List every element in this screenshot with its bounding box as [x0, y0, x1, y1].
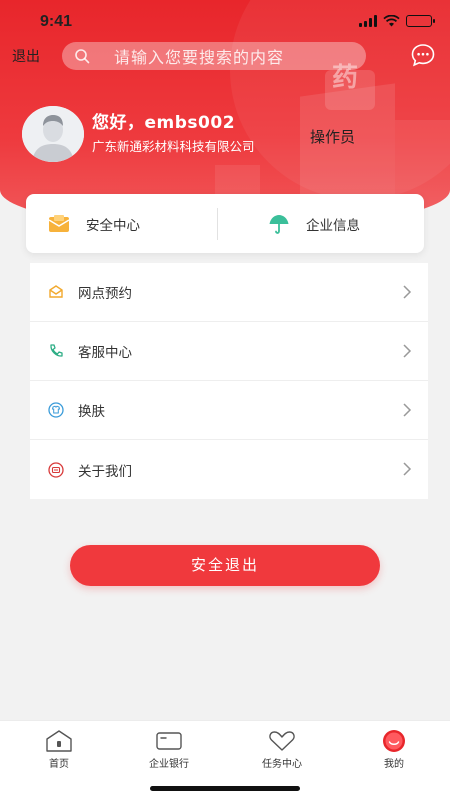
shirt-icon [48, 402, 64, 418]
company-name: 广东新通彩材料科技有限公司 [92, 139, 255, 154]
quick-link-label: 企业信息 [306, 217, 360, 234]
avatar[interactable] [22, 106, 84, 162]
quick-link-company-info[interactable]: 企业信息 [204, 194, 424, 253]
user-avatar-icon [22, 106, 84, 162]
battery-icon [406, 15, 435, 27]
menu-item-appointment[interactable]: 网点预约 [30, 263, 428, 322]
menu-item-label: 网点预约 [78, 286, 132, 302]
tab-label: 我的 [384, 759, 404, 770]
home-icon [46, 730, 72, 752]
tab-home[interactable]: 首页 [14, 729, 104, 770]
menu-item-about-us[interactable]: 关于我们 [30, 440, 428, 499]
user-greeting: 您好，embs002 [92, 113, 236, 133]
search-input[interactable]: 请输入您要搜索的内容 [62, 42, 366, 70]
divider [217, 208, 218, 240]
card-icon [156, 732, 182, 750]
top-bar: 退出 请输入您要搜索的内容 [0, 40, 450, 72]
chevron-right-icon [403, 344, 412, 358]
tab-mine[interactable]: 我的 [349, 729, 439, 770]
user-profile: 您好，embs002 广东新通彩材料科技有限公司 操作员 [22, 106, 432, 162]
role-badge: 操作员 [310, 128, 356, 146]
search-placeholder: 请输入您要搜索的内容 [114, 48, 285, 67]
phone-icon [50, 344, 63, 357]
status-bar: 9:41 [0, 0, 450, 44]
tab-label: 首页 [49, 759, 69, 770]
menu-item-label: 关于我们 [78, 463, 132, 480]
exit-link[interactable]: 退出 [12, 46, 40, 66]
tab-label: 企业银行 [149, 759, 189, 770]
message-icon[interactable] [410, 42, 436, 68]
tab-label: 任务中心 [262, 759, 302, 770]
heart-icon [269, 731, 295, 751]
status-icons [359, 15, 435, 27]
umbrella-icon [269, 214, 289, 234]
chevron-right-icon [403, 403, 412, 417]
menu-item-customer-service[interactable]: 客服中心 [30, 322, 428, 381]
chevron-right-icon [403, 285, 412, 299]
appointment-icon [49, 285, 63, 298]
quick-link-safe-center[interactable]: 安全中心 [26, 194, 204, 253]
about-icon [48, 461, 64, 478]
settings-menu: 网点预约 客服中心 换肤 关于我们 [30, 263, 428, 499]
status-time: 9:41 [40, 13, 73, 30]
menu-item-label: 换肤 [78, 404, 105, 420]
wifi-icon [383, 15, 400, 27]
menu-item-skin[interactable]: 换肤 [30, 381, 428, 440]
home-indicator [150, 786, 300, 791]
chevron-right-icon [403, 462, 412, 476]
quick-links-card: 安全中心 企业信息 [26, 194, 424, 253]
safe-center-icon [48, 214, 70, 232]
search-icon [75, 49, 90, 64]
tab-enterprise-bank[interactable]: 企业银行 [124, 729, 214, 770]
logout-button[interactable]: 安全退出 [70, 545, 380, 586]
quick-link-label: 安全中心 [86, 217, 140, 234]
profile-face-icon [383, 730, 405, 752]
tab-task-center[interactable]: 任务中心 [237, 729, 327, 770]
menu-item-label: 客服中心 [78, 345, 132, 361]
cellular-signal-icon [359, 15, 377, 27]
